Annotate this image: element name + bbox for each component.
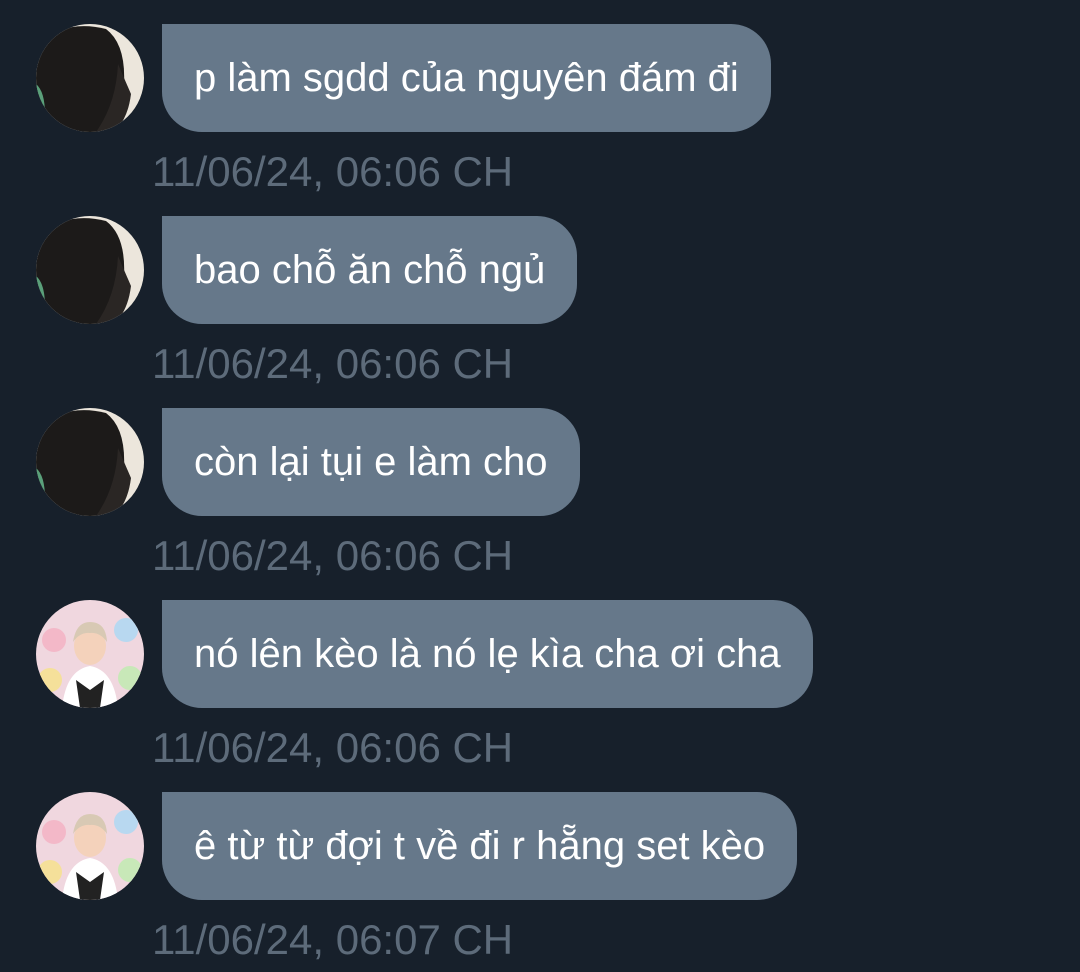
message-row: p làm sgdd của nguyên đám đi 11/06/24, 0… xyxy=(0,24,1080,216)
message-row: còn lại tụi e làm cho 11/06/24, 06:06 CH xyxy=(0,408,1080,600)
dark-avatar-icon xyxy=(36,408,144,516)
message-timestamp: 11/06/24, 06:06 CH xyxy=(152,148,514,195)
message-bubble[interactable]: bao chỗ ăn chỗ ngủ xyxy=(162,216,578,324)
message-bubble[interactable]: còn lại tụi e làm cho xyxy=(162,408,580,516)
avatar[interactable] xyxy=(36,216,144,324)
colorful-avatar-icon xyxy=(36,600,144,708)
message-row: ê từ từ đợi t về đi r hẵng set kèo 11/06… xyxy=(0,792,1080,972)
chat-thread: p làm sgdd của nguyên đám đi 11/06/24, 0… xyxy=(0,0,1080,972)
avatar[interactable] xyxy=(36,408,144,516)
message-timestamp: 11/06/24, 06:07 CH xyxy=(152,916,514,963)
message-bubble[interactable]: ê từ từ đợi t về đi r hẵng set kèo xyxy=(162,792,798,900)
message-timestamp: 11/06/24, 06:06 CH xyxy=(152,340,514,387)
message-timestamp: 11/06/24, 06:06 CH xyxy=(152,532,514,579)
message-row: nó lên kèo là nó lẹ kìa cha ơi cha 11/06… xyxy=(0,600,1080,792)
message-timestamp: 11/06/24, 06:06 CH xyxy=(152,724,514,771)
message-bubble[interactable]: p làm sgdd của nguyên đám đi xyxy=(162,24,771,132)
avatar[interactable] xyxy=(36,792,144,900)
colorful-avatar-icon xyxy=(36,792,144,900)
message-bubble[interactable]: nó lên kèo là nó lẹ kìa cha ơi cha xyxy=(162,600,813,708)
avatar[interactable] xyxy=(36,24,144,132)
avatar[interactable] xyxy=(36,600,144,708)
dark-avatar-icon xyxy=(36,24,144,132)
dark-avatar-icon xyxy=(36,216,144,324)
message-row: bao chỗ ăn chỗ ngủ 11/06/24, 06:06 CH xyxy=(0,216,1080,408)
